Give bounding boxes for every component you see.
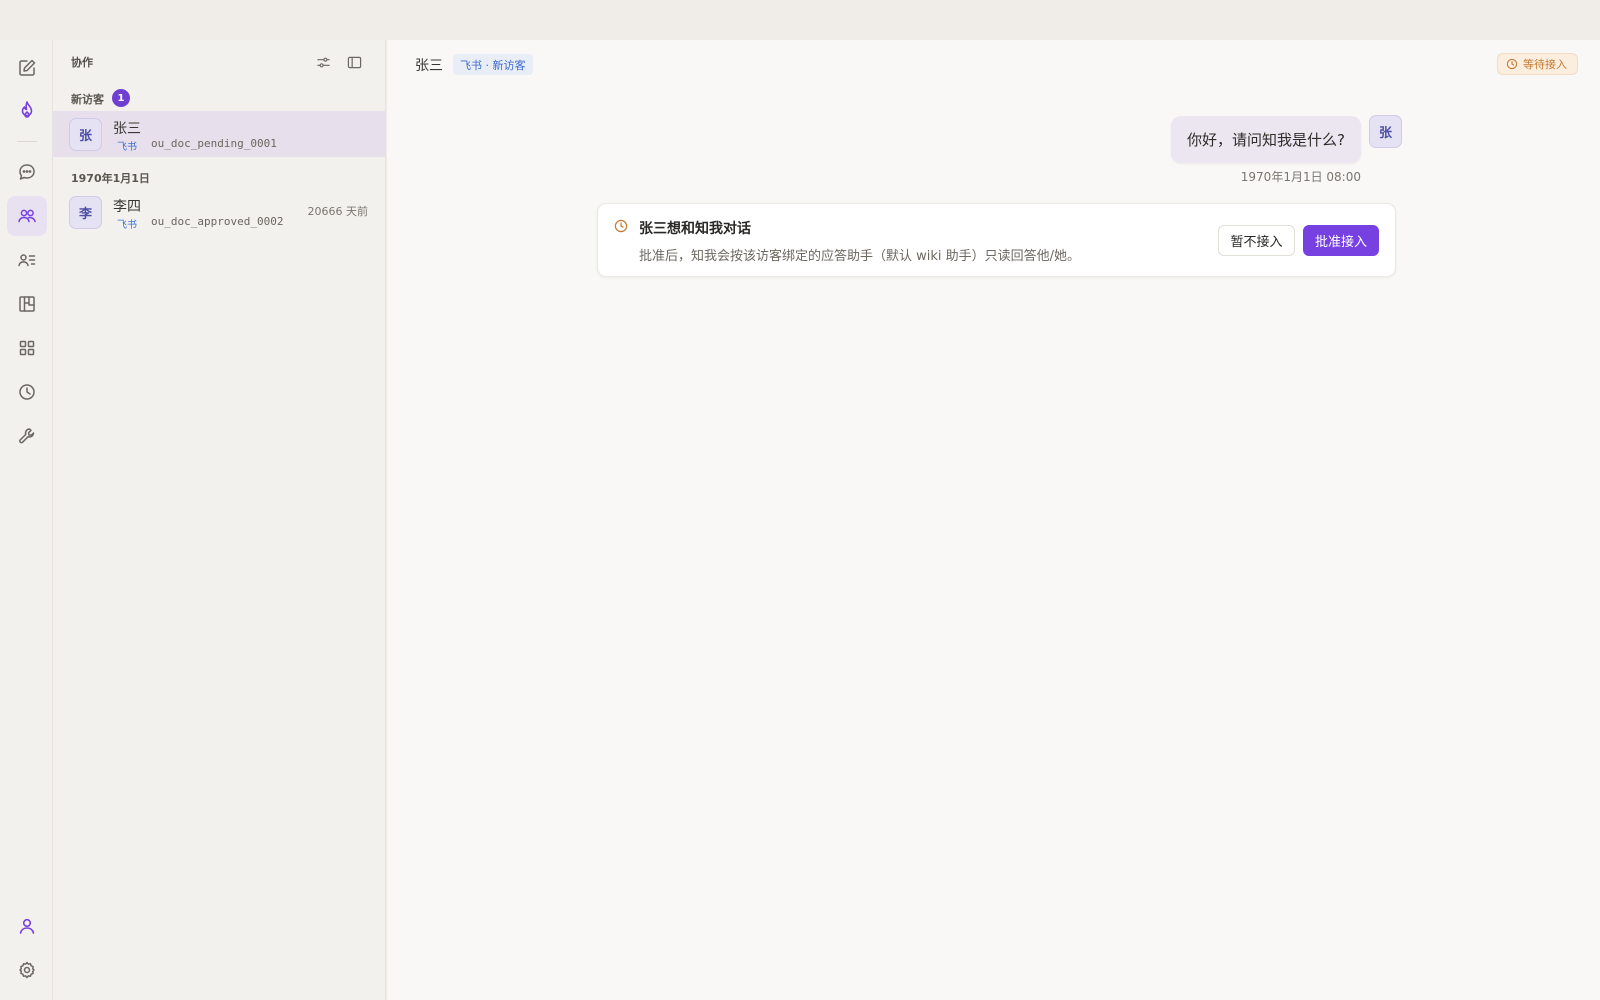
users-icon[interactable] bbox=[7, 196, 47, 236]
new-visitor-count-badge: 1 bbox=[112, 89, 130, 107]
conversation-name: 李四 bbox=[113, 199, 141, 215]
conversation-item[interactable]: 李 李四 飞书 ou_doc_approved_0002 20666 天前 bbox=[53, 189, 386, 235]
chat-icon[interactable] bbox=[7, 152, 47, 192]
visitor-id: ou_doc_pending_0001 bbox=[151, 137, 277, 150]
grid-icon[interactable] bbox=[7, 328, 47, 368]
access-request-card: 张三想和知我对话 批准后，知我会按该访客绑定的应答助手（默认 wiki 助手）只… bbox=[597, 203, 1396, 277]
conversation-name: 张三 bbox=[113, 121, 141, 137]
message-timestamp: 1970年1月1日 08:00 bbox=[1240, 170, 1361, 184]
status-badge: 等待接入 bbox=[1497, 53, 1578, 75]
sidebar-title: 协作 bbox=[71, 56, 93, 69]
avatar: 李 bbox=[69, 196, 102, 229]
channel-status-tag: 飞书 · 新访客 bbox=[453, 54, 533, 75]
conversation-panel: 张三 飞书 · 新访客 等待接入 你好，请问知我是什么? 张 1970年1月1日… bbox=[387, 40, 1600, 1000]
clock-icon[interactable] bbox=[7, 372, 47, 412]
flame-icon[interactable] bbox=[7, 90, 47, 130]
visitor-id: ou_doc_approved_0002 bbox=[151, 215, 284, 228]
message-bubble: 你好，请问知我是什么? bbox=[1171, 116, 1361, 163]
avatar: 张 bbox=[69, 118, 102, 151]
clock-icon bbox=[614, 219, 628, 233]
contacts-icon[interactable] bbox=[7, 240, 47, 280]
title-bar bbox=[0, 0, 1600, 40]
rail-divider bbox=[17, 141, 37, 142]
gear-icon[interactable] bbox=[7, 950, 47, 990]
request-title: 张三想和知我对话 bbox=[639, 221, 751, 237]
channel-tag: 飞书 bbox=[117, 220, 137, 231]
sidebar-toggle-icon[interactable] bbox=[343, 51, 365, 73]
avatar: 张 bbox=[1369, 115, 1402, 148]
edit-icon[interactable] bbox=[7, 48, 47, 88]
board-icon[interactable] bbox=[7, 284, 47, 324]
section-label-date: 1970年1月1日 bbox=[71, 172, 150, 185]
clock-icon bbox=[1506, 58, 1518, 70]
conversation-sidebar: 协作 新访客 1 张 张三 飞书 ou_doc_pending_0001 197… bbox=[53, 40, 386, 1000]
status-text: 等待接入 bbox=[1523, 58, 1567, 71]
request-description: 批准后，知我会按该访客绑定的应答助手（默认 wiki 助手）只读回答他/她。 bbox=[639, 249, 1081, 264]
conversation-item[interactable]: 张 张三 飞书 ou_doc_pending_0001 bbox=[53, 111, 386, 157]
user-icon[interactable] bbox=[7, 906, 47, 946]
conversation-title: 张三 bbox=[415, 58, 443, 74]
filter-icon[interactable] bbox=[312, 51, 334, 73]
decline-button[interactable]: 暂不接入 bbox=[1218, 225, 1295, 256]
channel-tag: 飞书 bbox=[117, 142, 137, 153]
approve-button[interactable]: 批准接入 bbox=[1303, 225, 1379, 256]
icon-rail bbox=[0, 40, 53, 1000]
wrench-icon[interactable] bbox=[7, 416, 47, 456]
section-label-new-visitors: 新访客 bbox=[71, 93, 104, 106]
conversation-time: 20666 天前 bbox=[307, 205, 369, 218]
